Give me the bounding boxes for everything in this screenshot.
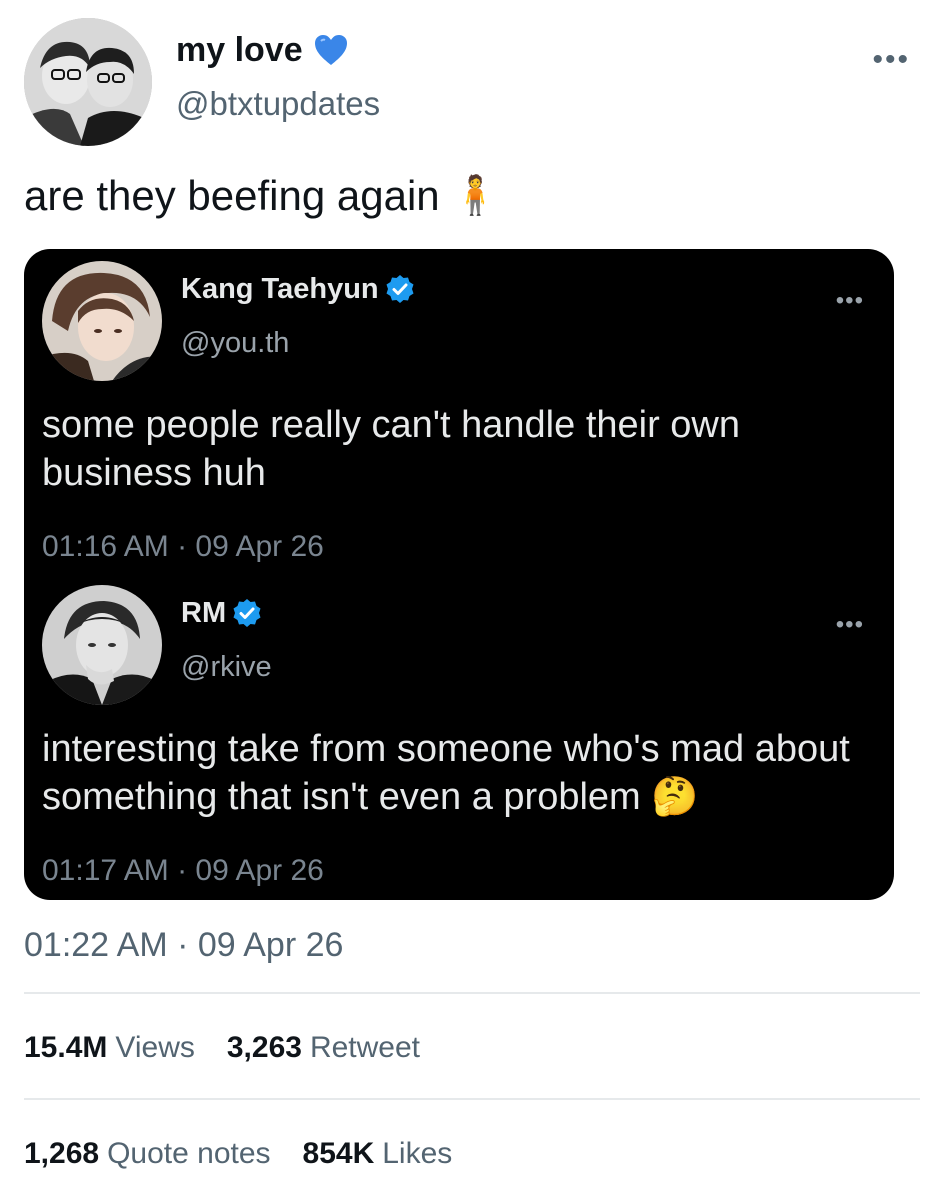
likes-count: 854K — [302, 1137, 375, 1170]
retweets-label: Retweet — [309, 1031, 421, 1064]
retweets-stat[interactable]: 3,263 Retweet — [227, 1028, 420, 1068]
quoted-handle-1[interactable]: @you.th — [181, 325, 289, 361]
quoted-name-2-text: RM — [181, 597, 227, 629]
quoted-timestamp-2[interactable]: 01:17 AM · 09 Apr 26 — [42, 853, 324, 889]
quoted-name-2[interactable]: RM — [181, 595, 262, 631]
quotes-stat[interactable]: 1,268 Quote notes — [24, 1134, 271, 1174]
tweet-header: my love @btxtupdates ••• — [0, 0, 946, 160]
quoted-text-1: some people really can't handle their ow… — [42, 404, 741, 494]
display-name-text: my love — [176, 31, 303, 69]
quotes-label: Quote notes — [107, 1137, 271, 1170]
more-options-icon[interactable]: ••• — [872, 45, 910, 75]
stats-row-likes: 1,268 Quote notes 854K Likes — [24, 1134, 452, 1174]
quoted-text-2-body: interesting take from someone who's mad … — [42, 728, 850, 818]
quoted-name-1-text: Kang Taehyun — [181, 273, 379, 305]
quoted-handle-2[interactable]: @rkive — [181, 649, 272, 685]
tweet-text: are they beefing again 🧍 — [24, 170, 499, 222]
views-count: 15.4M — [24, 1031, 108, 1064]
profile-avatar[interactable] — [24, 18, 152, 146]
quoted-more-icon-2[interactable]: ••• — [836, 613, 864, 637]
quoted-more-icon-1[interactable]: ••• — [836, 289, 864, 313]
tweet-text-body: are they beefing again — [24, 172, 440, 219]
views-stat[interactable]: 15.4M Views — [24, 1028, 195, 1068]
quoted-text-2: interesting take from someone who's mad … — [42, 725, 872, 821]
verified-badge-icon — [232, 598, 262, 628]
verified-badge-icon — [385, 274, 415, 304]
quoted-timestamp-1[interactable]: 01:16 AM · 09 Apr 26 — [42, 529, 324, 565]
quotes-count: 1,268 — [24, 1137, 100, 1170]
blue-heart-icon — [313, 33, 349, 67]
divider-middle — [24, 1098, 920, 1100]
person-standing-emoji: 🧍 — [451, 175, 499, 217]
user-handle[interactable]: @btxtupdates — [176, 84, 380, 124]
views-label: Views — [115, 1031, 195, 1064]
kang-taehyun-avatar[interactable] — [42, 261, 162, 381]
likes-label: Likes — [382, 1137, 453, 1170]
rm-avatar[interactable] — [42, 585, 162, 705]
tweet-timestamp[interactable]: 01:22 AM · 09 Apr 26 — [24, 924, 343, 966]
likes-stat[interactable]: 854K Likes — [303, 1134, 453, 1174]
retweets-count: 3,263 — [226, 1031, 302, 1064]
stats-row-views: 15.4M Views 3,263 Retweet — [24, 1028, 420, 1068]
quoted-screenshot-card[interactable]: Kang Taehyun @you.th ••• some people rea… — [24, 249, 894, 900]
thinking-face-emoji: 🤔 — [651, 776, 699, 818]
display-name[interactable]: my love — [176, 28, 349, 72]
quoted-name-1[interactable]: Kang Taehyun — [181, 271, 415, 307]
divider-top — [24, 992, 920, 994]
